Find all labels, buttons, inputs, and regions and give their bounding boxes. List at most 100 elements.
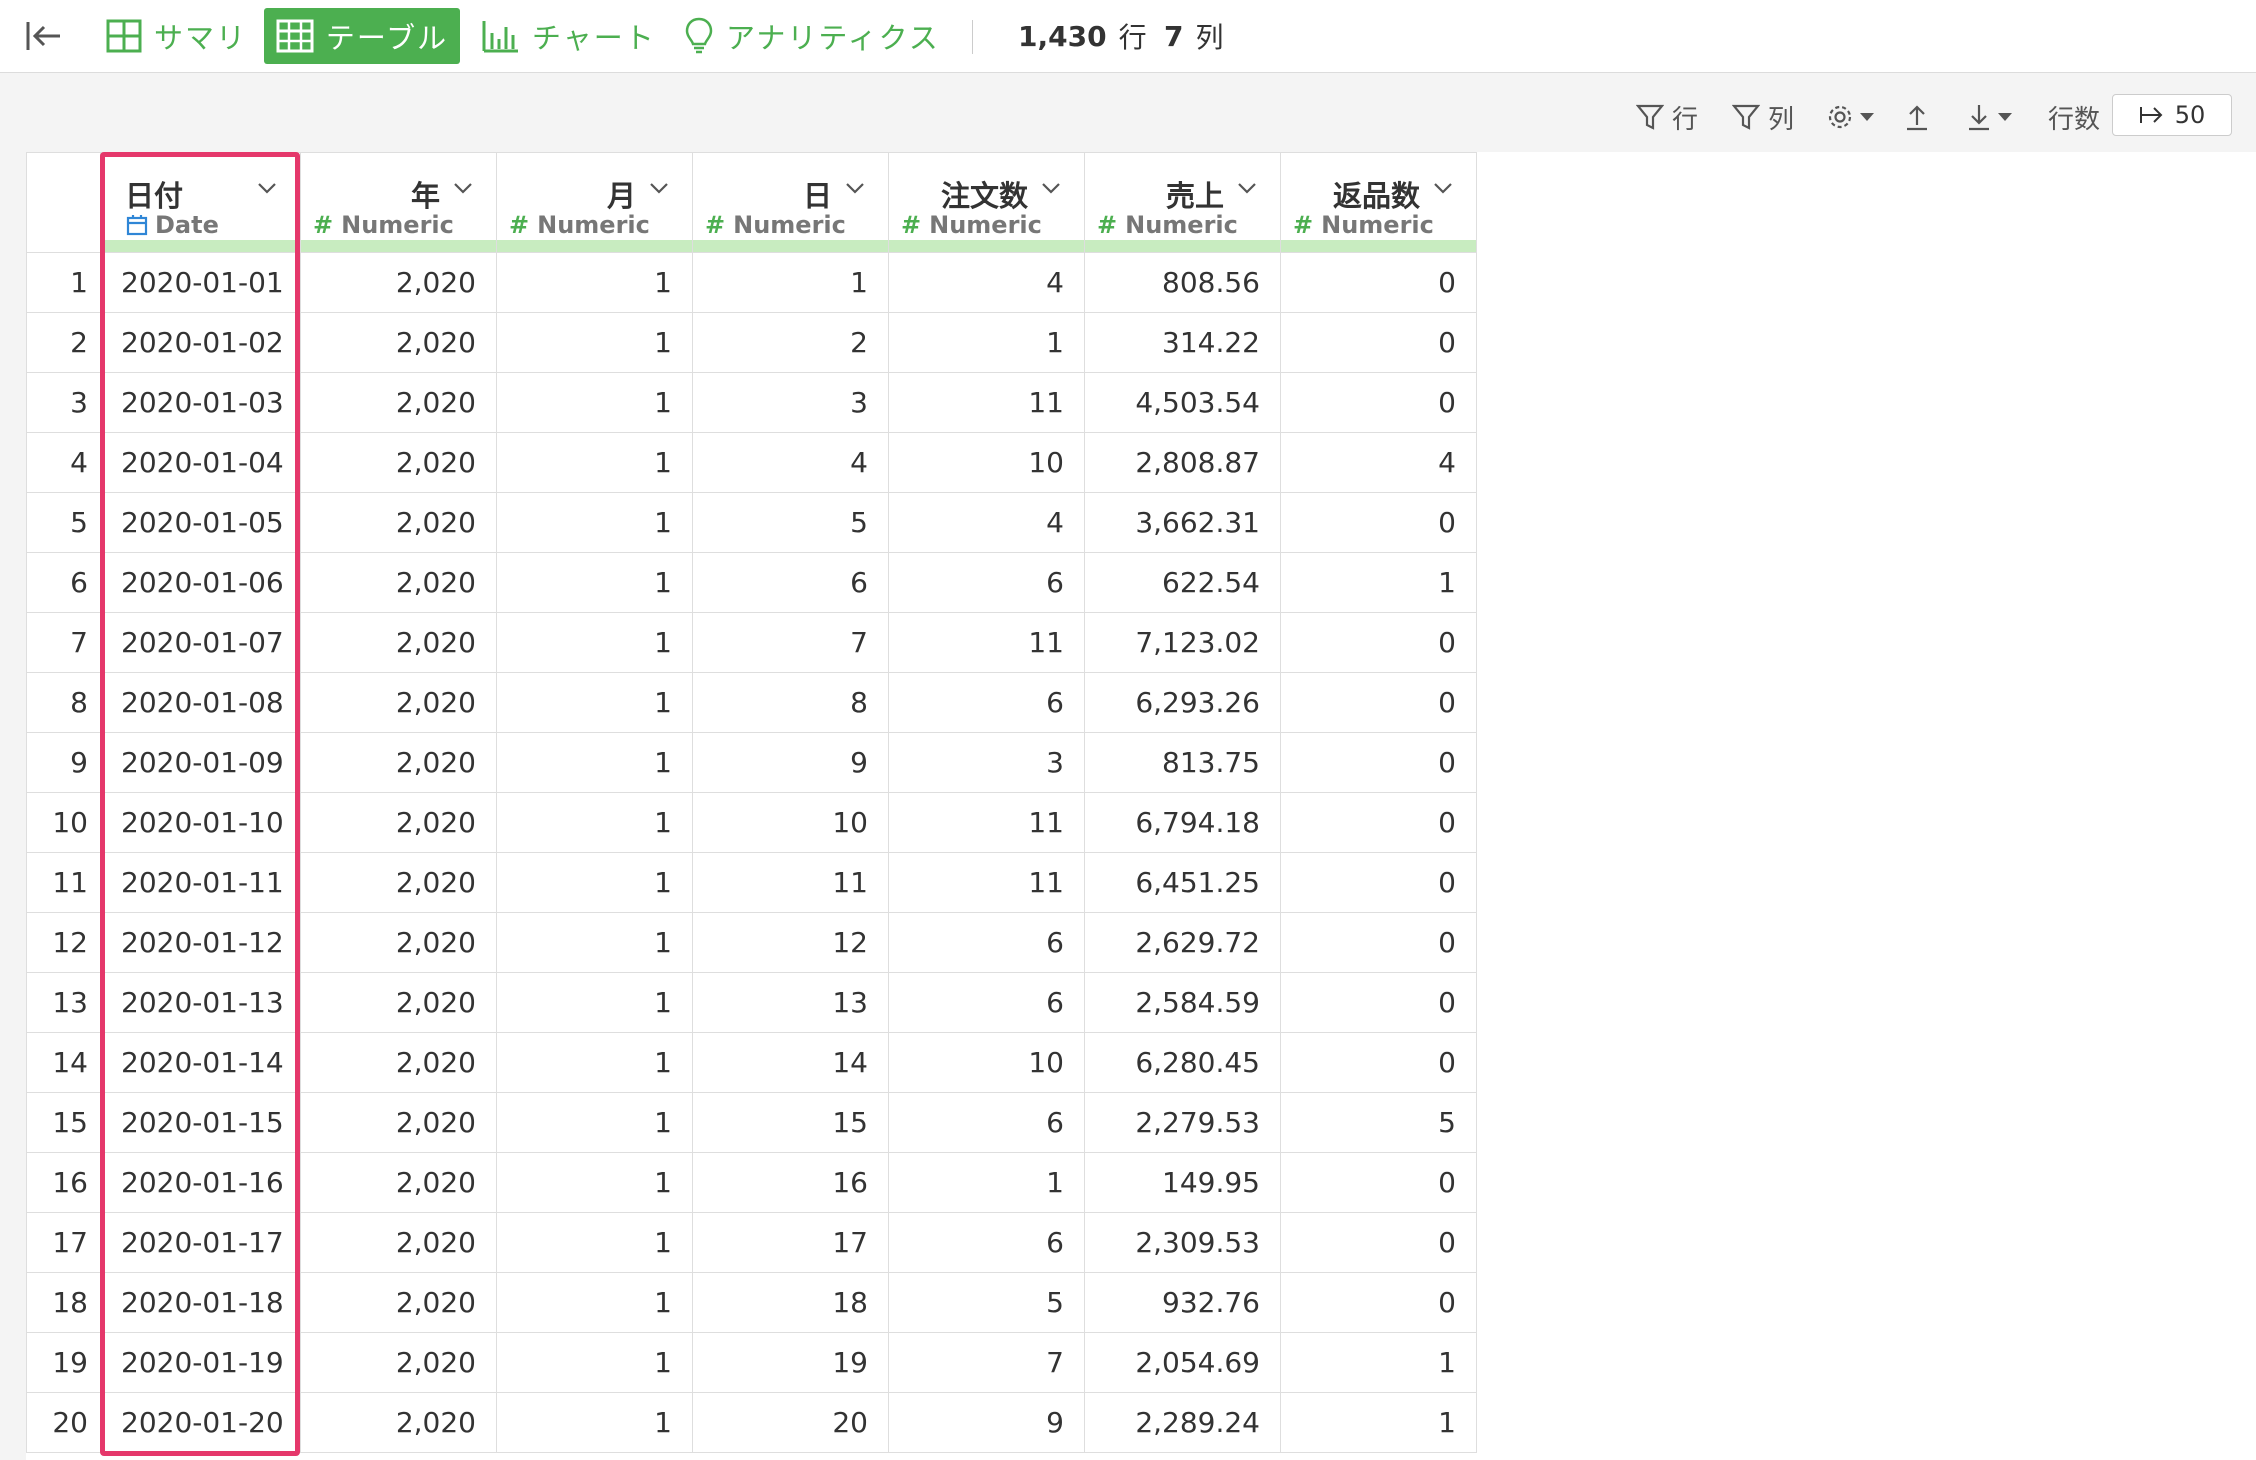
cell-month[interactable]: 1 [496, 1152, 693, 1213]
filter-cols-button[interactable]: 列 [1732, 96, 1794, 138]
cell-month[interactable]: 1 [496, 1272, 693, 1333]
cell-month[interactable]: 1 [496, 1032, 693, 1093]
cell-returns[interactable]: 0 [1280, 912, 1477, 973]
cell-date[interactable]: 2020-01-19 [100, 1332, 301, 1393]
cell-year[interactable]: 2,020 [300, 252, 497, 313]
chevron-down-icon[interactable] [648, 177, 670, 199]
cell-orders[interactable]: 6 [888, 672, 1085, 733]
cell-year[interactable]: 2,020 [300, 372, 497, 433]
cell-date[interactable]: 2020-01-07 [100, 612, 301, 673]
cell-returns[interactable]: 0 [1280, 312, 1477, 373]
cell-year[interactable]: 2,020 [300, 912, 497, 973]
cell-day[interactable]: 17 [692, 1212, 889, 1273]
cell-day[interactable]: 13 [692, 972, 889, 1033]
cell-returns[interactable]: 1 [1280, 1392, 1477, 1453]
cell-day[interactable]: 19 [692, 1332, 889, 1393]
cell-year[interactable]: 2,020 [300, 732, 497, 793]
cell-month[interactable]: 1 [496, 732, 693, 793]
cell-day[interactable]: 11 [692, 852, 889, 913]
cell-date[interactable]: 2020-01-06 [100, 552, 301, 613]
cell-date[interactable]: 2020-01-10 [100, 792, 301, 853]
cell-sales[interactable]: 2,629.72 [1084, 912, 1281, 973]
column-header-orders[interactable]: 注文数 # Numeric [888, 152, 1085, 253]
cell-year[interactable]: 2,020 [300, 552, 497, 613]
tab-chart[interactable]: チャート [482, 0, 656, 72]
cell-sales[interactable]: 2,279.53 [1084, 1092, 1281, 1153]
cell-returns[interactable]: 0 [1280, 1152, 1477, 1213]
cell-returns[interactable]: 0 [1280, 252, 1477, 313]
column-header-date[interactable]: 日付 Date [100, 152, 301, 253]
column-header-returns[interactable]: 返品数 # Numeric [1280, 152, 1477, 253]
cell-date[interactable]: 2020-01-14 [100, 1032, 301, 1093]
cell-year[interactable]: 2,020 [300, 852, 497, 913]
cell-day[interactable]: 2 [692, 312, 889, 373]
cell-month[interactable]: 1 [496, 1332, 693, 1393]
cell-day[interactable]: 6 [692, 552, 889, 613]
cell-orders[interactable]: 11 [888, 372, 1085, 433]
cell-sales[interactable]: 2,584.59 [1084, 972, 1281, 1033]
filter-rows-button[interactable]: 行 [1636, 96, 1698, 138]
cell-returns[interactable]: 0 [1280, 732, 1477, 793]
cell-returns[interactable]: 1 [1280, 1332, 1477, 1393]
cell-year[interactable]: 2,020 [300, 1152, 497, 1213]
cell-orders[interactable]: 9 [888, 1392, 1085, 1453]
cell-day[interactable]: 3 [692, 372, 889, 433]
cell-date[interactable]: 2020-01-08 [100, 672, 301, 733]
cell-orders[interactable]: 10 [888, 432, 1085, 493]
cell-year[interactable]: 2,020 [300, 1212, 497, 1273]
cell-orders[interactable]: 11 [888, 792, 1085, 853]
tab-summary[interactable]: サマリ [106, 0, 247, 72]
chevron-down-icon[interactable] [1236, 177, 1258, 199]
cell-year[interactable]: 2,020 [300, 792, 497, 853]
cell-date[interactable]: 2020-01-05 [100, 492, 301, 553]
column-header-sales[interactable]: 売上 # Numeric [1084, 152, 1281, 253]
cell-orders[interactable]: 4 [888, 492, 1085, 553]
cell-month[interactable]: 1 [496, 492, 693, 553]
cell-date[interactable]: 2020-01-20 [100, 1392, 301, 1453]
cell-returns[interactable]: 0 [1280, 1272, 1477, 1333]
cell-returns[interactable]: 5 [1280, 1092, 1477, 1153]
cell-day[interactable]: 15 [692, 1092, 889, 1153]
cell-year[interactable]: 2,020 [300, 972, 497, 1033]
cell-sales[interactable]: 6,794.18 [1084, 792, 1281, 853]
settings-dropdown[interactable] [1826, 96, 1876, 138]
chevron-down-icon[interactable] [844, 177, 866, 199]
cell-date[interactable]: 2020-01-09 [100, 732, 301, 793]
cell-sales[interactable]: 2,289.24 [1084, 1392, 1281, 1453]
collapse-panel-button[interactable] [24, 0, 64, 72]
cell-date[interactable]: 2020-01-13 [100, 972, 301, 1033]
cell-day[interactable]: 10 [692, 792, 889, 853]
cell-orders[interactable]: 1 [888, 1152, 1085, 1213]
download-dropdown[interactable] [1966, 96, 2014, 138]
cell-returns[interactable]: 0 [1280, 492, 1477, 553]
cell-day[interactable]: 9 [692, 732, 889, 793]
cell-date[interactable]: 2020-01-18 [100, 1272, 301, 1333]
cell-sales[interactable]: 622.54 [1084, 552, 1281, 613]
cell-orders[interactable]: 6 [888, 1212, 1085, 1273]
cell-sales[interactable]: 932.76 [1084, 1272, 1281, 1333]
cell-month[interactable]: 1 [496, 672, 693, 733]
cell-day[interactable]: 5 [692, 492, 889, 553]
cell-month[interactable]: 1 [496, 252, 693, 313]
tab-analytics[interactable]: アナリティクス [684, 0, 940, 72]
cell-year[interactable]: 2,020 [300, 1092, 497, 1153]
cell-date[interactable]: 2020-01-04 [100, 432, 301, 493]
cell-orders[interactable]: 6 [888, 912, 1085, 973]
cell-date[interactable]: 2020-01-17 [100, 1212, 301, 1273]
cell-date[interactable]: 2020-01-03 [100, 372, 301, 433]
cell-year[interactable]: 2,020 [300, 1332, 497, 1393]
cell-month[interactable]: 1 [496, 912, 693, 973]
chevron-down-icon[interactable] [256, 177, 278, 199]
cell-day[interactable]: 18 [692, 1272, 889, 1333]
cell-year[interactable]: 2,020 [300, 1272, 497, 1333]
cell-sales[interactable]: 813.75 [1084, 732, 1281, 793]
cell-month[interactable]: 1 [496, 372, 693, 433]
cell-orders[interactable]: 1 [888, 312, 1085, 373]
cell-returns[interactable]: 0 [1280, 372, 1477, 433]
cell-month[interactable]: 1 [496, 852, 693, 913]
cell-month[interactable]: 1 [496, 432, 693, 493]
cell-day[interactable]: 14 [692, 1032, 889, 1093]
cell-orders[interactable]: 7 [888, 1332, 1085, 1393]
cell-sales[interactable]: 149.95 [1084, 1152, 1281, 1213]
chevron-down-icon[interactable] [1040, 177, 1062, 199]
